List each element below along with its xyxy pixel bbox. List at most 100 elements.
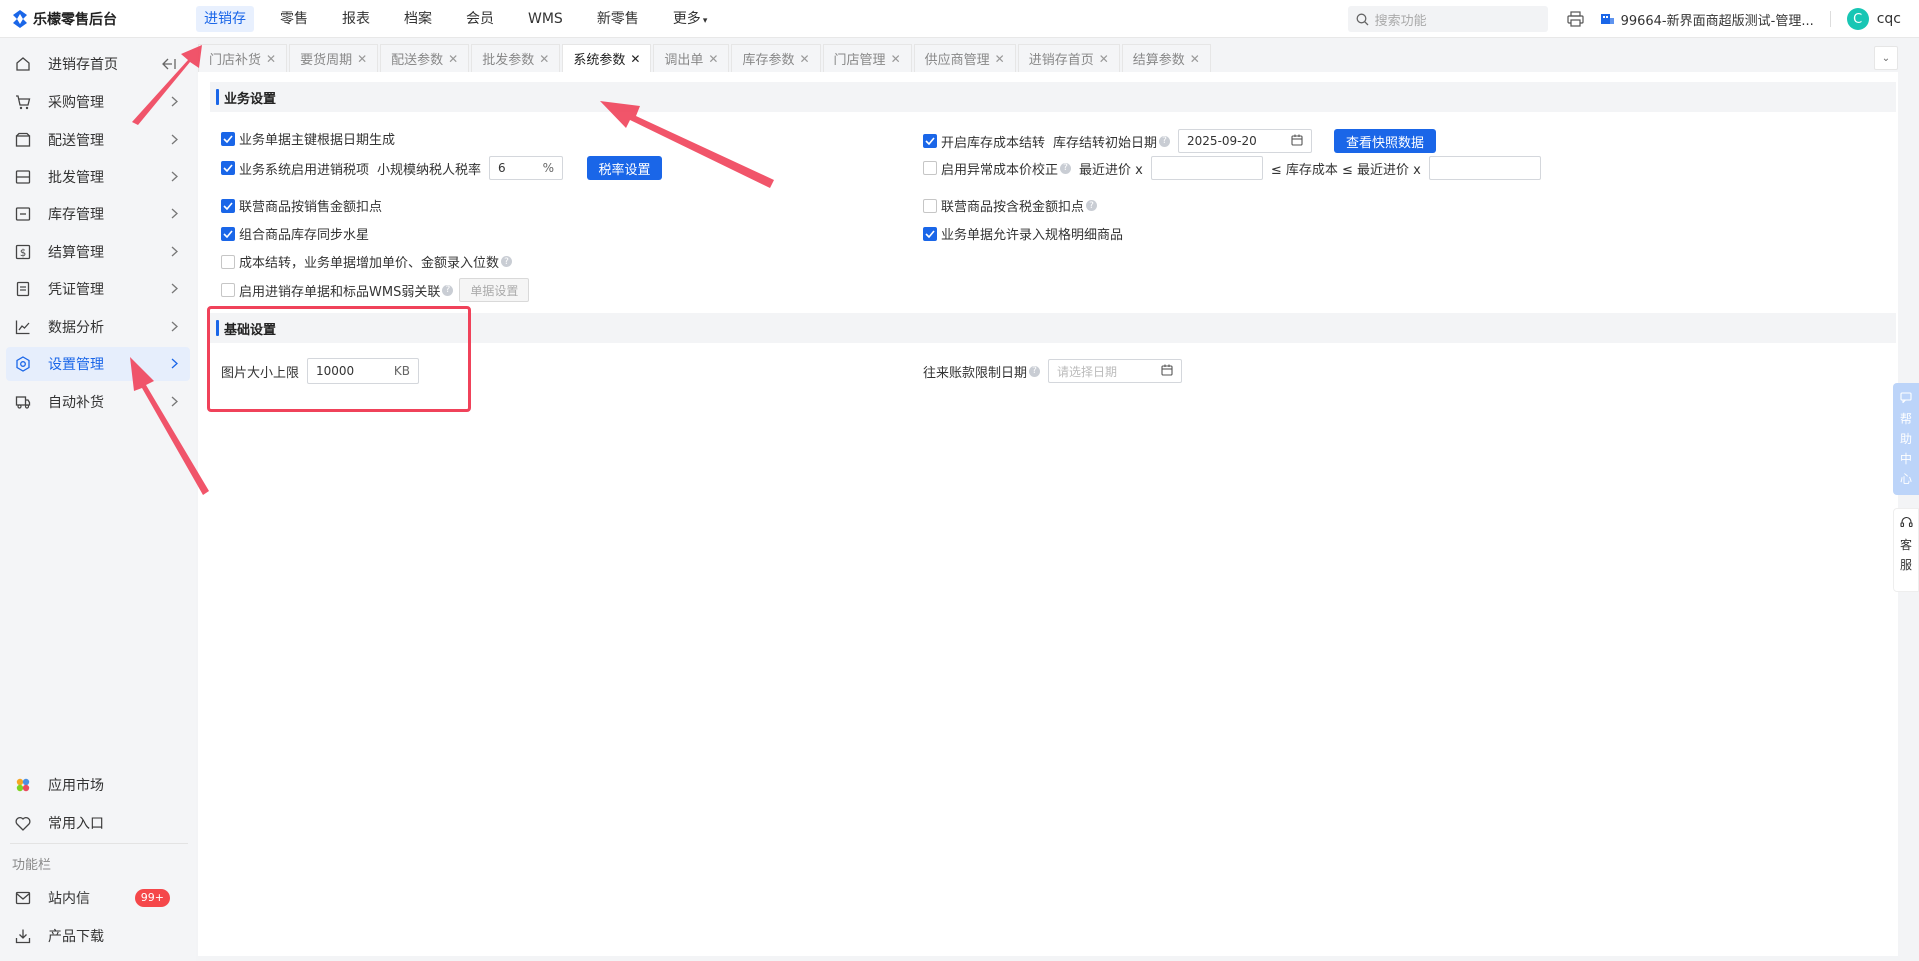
topnav-more[interactable]: 更多 ▾ — [665, 6, 716, 32]
sidebar-item-label: 配送管理 — [48, 133, 104, 149]
help-center-char: 中 — [1899, 452, 1912, 466]
tab-store-management[interactable]: 门店管理 ✕ — [822, 44, 912, 72]
tab-wholesale-params[interactable]: 批发参数 ✕ — [471, 44, 561, 72]
checkbox[interactable] — [923, 134, 937, 148]
close-icon[interactable]: ✕ — [266, 52, 276, 66]
sidebar-item-voucher[interactable]: 凭证管理 — [6, 272, 190, 306]
close-icon[interactable]: ✕ — [995, 52, 1005, 66]
checkbox[interactable] — [923, 198, 937, 213]
help-icon[interactable]: ? — [1060, 162, 1072, 174]
sidebar-favorites[interactable]: 常用入口 — [6, 806, 190, 840]
setting-doc-key-by-date[interactable]: 业务单据主键根据日期生成 — [221, 129, 395, 148]
chevron-right-icon — [171, 207, 178, 223]
tabs-more-button[interactable]: ⌄ — [1874, 46, 1898, 70]
checkbox[interactable] — [923, 161, 937, 175]
topnav-wms[interactable]: WMS — [520, 6, 571, 32]
checkbox[interactable] — [221, 161, 235, 175]
tab-settlement-params[interactable]: 结算参数 ✕ — [1121, 44, 1211, 72]
sidebar-item-inventory[interactable]: 库存管理 — [6, 197, 190, 231]
help-icon[interactable]: ? — [1029, 365, 1041, 377]
setting-label: 业务单据允许录入规格明细商品 — [941, 228, 1124, 243]
help-icon[interactable]: ? — [1086, 200, 1098, 211]
search-input[interactable]: 搜索功能 — [1347, 6, 1548, 32]
tab-jinxiaocun-home[interactable]: 进销存首页 ✕ — [1017, 44, 1120, 72]
help-icon[interactable]: ? — [442, 284, 454, 296]
setting-joint-sales-deduct[interactable]: 联营商品按销售金额扣点 — [221, 196, 382, 215]
sidebar-item-settings[interactable]: 设置管理 — [6, 347, 190, 381]
topnav-retail[interactable]: 零售 — [272, 6, 316, 32]
divider — [1829, 11, 1831, 27]
sidebar-messages[interactable]: 站内信 99+ — [6, 881, 190, 915]
sidebar-item-auto-replenish[interactable]: 自动补货 — [6, 385, 190, 419]
server-icon — [14, 168, 32, 186]
help-center-widget[interactable]: 帮 助 中 心 — [1893, 383, 1919, 495]
sidebar-item-label: 设置管理 — [48, 357, 104, 373]
chart-line-icon — [14, 318, 32, 336]
view-snapshot-button[interactable]: 查看快照数据 — [1334, 129, 1437, 153]
tab-supplier-management[interactable]: 供应商管理 ✕ — [913, 44, 1016, 72]
topnav-jinxiaocun[interactable]: 进销存 — [196, 5, 254, 32]
sidebar-item-label: 进销存首页 — [48, 57, 118, 73]
user-menu[interactable]: C cqc — [1846, 8, 1901, 30]
checkbox[interactable] — [221, 131, 235, 146]
close-icon[interactable]: ✕ — [1190, 52, 1200, 66]
tab-label: 门店补货 — [209, 53, 262, 68]
doc-settings-button[interactable]: 单据设置 — [459, 278, 530, 302]
close-icon[interactable]: ✕ — [357, 52, 367, 66]
tab-inventory-params[interactable]: 库存参数 ✕ — [731, 44, 821, 72]
sidebar-item-label: 结算管理 — [48, 245, 104, 261]
min-factor-label: 最近进价 x — [1079, 162, 1143, 178]
tab-transfer-out[interactable]: 调出单 ✕ — [653, 44, 730, 72]
sidebar-item-home[interactable]: 进销存首页 — [6, 47, 190, 81]
sidebar-item-purchase[interactable]: 采购管理 — [6, 85, 190, 119]
min-factor-input[interactable] — [1150, 156, 1263, 180]
tax-rate-input[interactable]: 6 % — [489, 156, 564, 180]
chevron-right-icon — [171, 282, 178, 298]
topnav-reports[interactable]: 报表 — [334, 6, 378, 32]
close-icon[interactable]: ✕ — [799, 52, 809, 66]
customer-service-widget[interactable]: 客 服 — [1893, 508, 1919, 592]
max-factor-input[interactable] — [1428, 156, 1541, 180]
tab-distribution-params[interactable]: 配送参数 ✕ — [380, 44, 470, 72]
tax-rate-settings-button[interactable]: 税率设置 — [587, 156, 663, 180]
topnav-new-retail[interactable]: 新零售 — [589, 6, 647, 32]
carryover-date-input[interactable]: 2025-09-20 — [1178, 129, 1313, 153]
downloads-label: 产品下载 — [48, 929, 104, 945]
topnav-archives[interactable]: 档案 — [396, 6, 440, 32]
setting-cost-carryover-digits[interactable]: 成本结转，业务单据增加单价、金额录入位数 ? — [221, 252, 513, 271]
store-switcher[interactable]: 99664-新界面商超版测试-管理... — [1600, 10, 1814, 29]
setting-allow-spec-items[interactable]: 业务单据允许录入规格明细商品 — [923, 224, 1123, 243]
sidebar-item-settlement[interactable]: $ 结算管理 — [6, 235, 190, 269]
checkbox[interactable] — [221, 283, 235, 297]
sidebar-item-label: 库存管理 — [48, 207, 104, 223]
ar-date-input[interactable]: 请选择日期 — [1048, 359, 1183, 383]
sidebar-item-analytics[interactable]: 数据分析 — [6, 310, 190, 344]
help-icon[interactable]: ? — [501, 256, 513, 267]
chevron-right-icon — [171, 320, 178, 336]
tab-system-params[interactable]: 系统参数 ✕ — [562, 44, 652, 72]
close-icon[interactable]: ✕ — [708, 52, 718, 66]
sidebar-item-distribution[interactable]: 配送管理 — [6, 123, 190, 157]
sidebar-app-market[interactable]: 应用市场 — [6, 768, 190, 802]
collapse-sidebar-icon[interactable] — [162, 58, 176, 74]
tab-order-cycle[interactable]: 要货周期 ✕ — [289, 44, 379, 72]
sidebar-downloads[interactable]: 产品下载 — [6, 919, 190, 953]
setting-combo-sync[interactable]: 组合商品库存同步水星 — [221, 224, 369, 243]
tab-label: 要货周期 — [300, 53, 353, 68]
printer-icon[interactable] — [1566, 9, 1586, 29]
checkbox[interactable] — [221, 226, 235, 241]
checkbox[interactable] — [221, 254, 235, 269]
checkbox[interactable] — [221, 198, 235, 213]
close-icon[interactable]: ✕ — [891, 52, 901, 66]
topnav-members[interactable]: 会员 — [458, 6, 502, 32]
close-icon[interactable]: ✕ — [1099, 52, 1109, 66]
close-icon[interactable]: ✕ — [539, 52, 549, 66]
setting-joint-tax-deduct[interactable]: 联营商品按含税金额扣点 ? — [923, 196, 1098, 215]
tab-store-replenish[interactable]: 门店补货 ✕ — [198, 44, 288, 72]
checkbox[interactable] — [923, 226, 937, 241]
close-icon[interactable]: ✕ — [448, 52, 458, 66]
help-icon[interactable]: ? — [1159, 135, 1171, 147]
close-icon[interactable]: ✕ — [630, 52, 640, 66]
app-logo[interactable]: 乐檬零售后台 — [0, 9, 196, 29]
sidebar-item-wholesale[interactable]: 批发管理 — [6, 160, 190, 194]
